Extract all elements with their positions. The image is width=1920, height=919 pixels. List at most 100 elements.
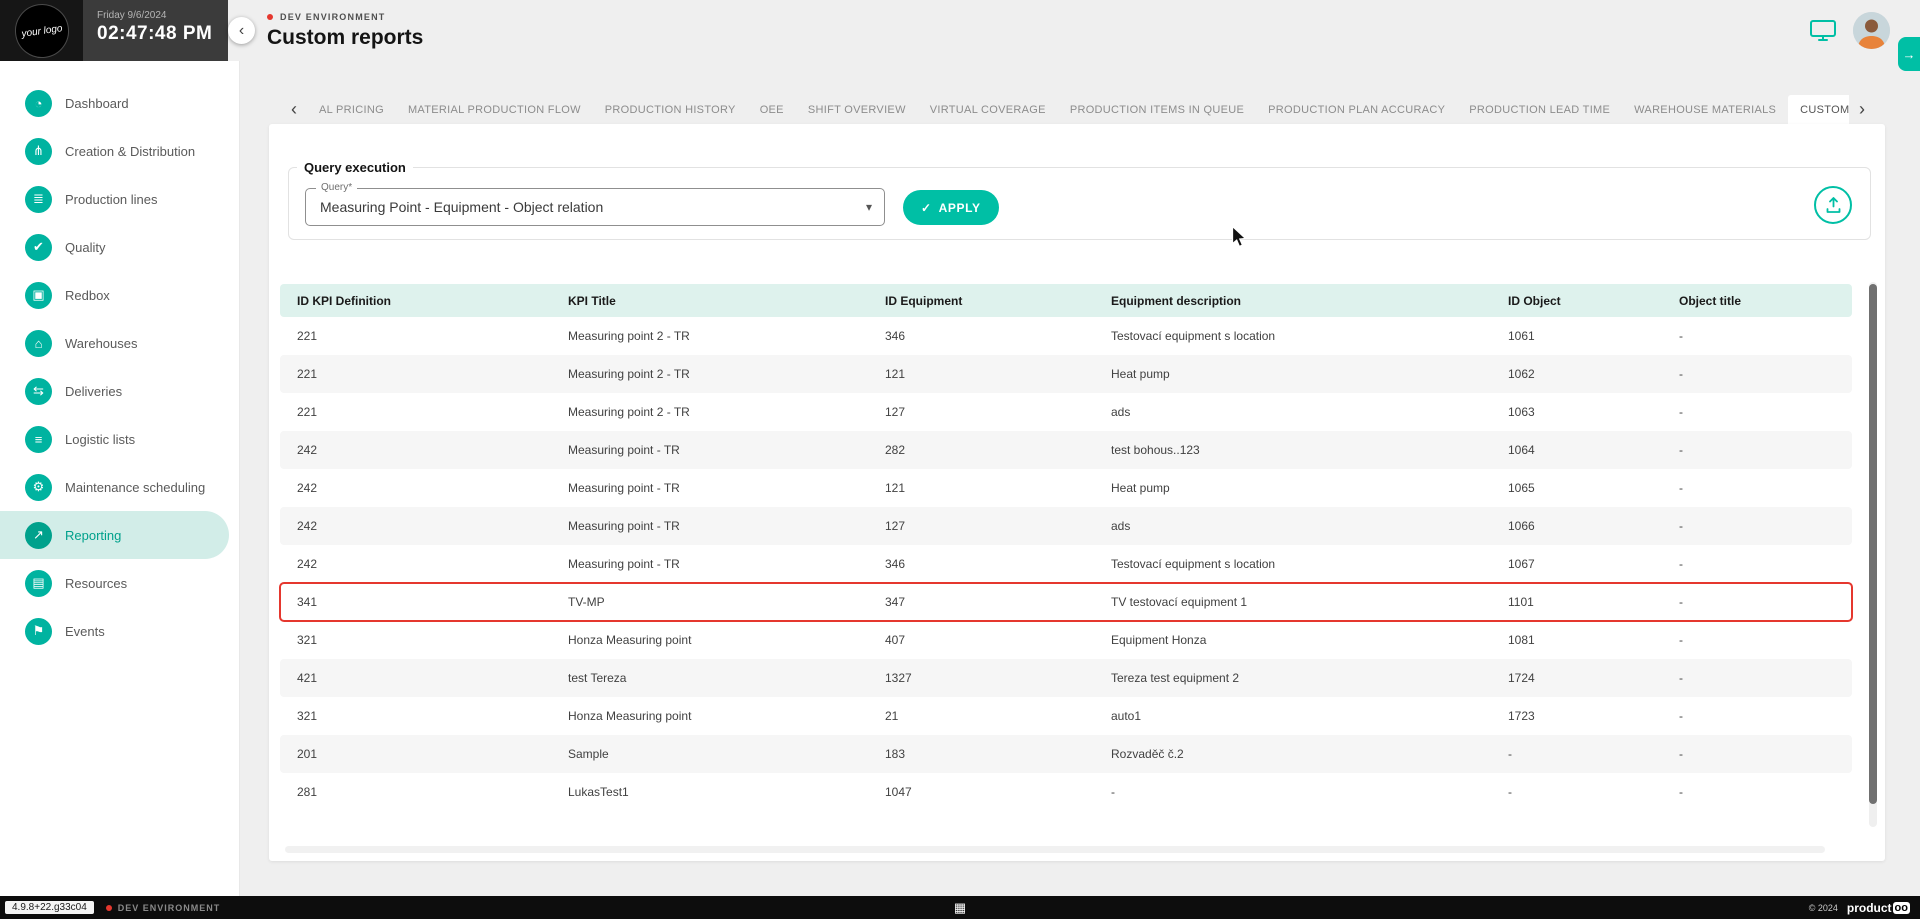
right-panel-toggle[interactable]: → — [1898, 37, 1920, 71]
report-tab[interactable]: OEE — [748, 95, 796, 124]
cell-equipment-description: test bohous..123 — [1094, 443, 1491, 457]
column-header-equipment-description[interactable]: Equipment description — [1094, 294, 1491, 308]
cell-equipment-description: Testovací equipment s location — [1094, 557, 1491, 571]
horizontal-scrollbar[interactable] — [285, 846, 1825, 853]
cell-kpi-title: Measuring point 2 - TR — [551, 405, 868, 419]
sidebar-item[interactable]: ✔ Quality — [0, 223, 239, 271]
report-tab[interactable]: VIRTUAL COVERAGE — [918, 95, 1058, 124]
cell-id-equipment: 407 — [868, 633, 1094, 647]
table-row[interactable]: 201 Sample 183 Rozvaděč č.2 - - — [280, 735, 1852, 773]
column-header-object-title[interactable]: Object title — [1662, 294, 1852, 308]
report-tab[interactable]: WAREHOUSE MATERIALS — [1622, 95, 1788, 124]
sidebar-item-label: Events — [65, 624, 105, 639]
kiosk-icon — [1809, 19, 1837, 43]
cell-equipment-description: Testovací equipment s location — [1094, 329, 1491, 343]
cell-object-title: - — [1662, 519, 1852, 533]
report-tab[interactable]: PRODUCTION PLAN ACCURACY — [1256, 95, 1457, 124]
sidebar-item[interactable]: ▤ Resources — [0, 559, 239, 607]
page-title: Custom reports — [267, 26, 423, 50]
report-tab[interactable]: CUSTOM REPORTS — [1788, 95, 1849, 124]
report-tab[interactable]: SHIFT OVERVIEW — [796, 95, 918, 124]
tab-label: WAREHOUSE MATERIALS — [1634, 104, 1776, 116]
sidebar-item[interactable]: ▣ Redbox — [0, 271, 239, 319]
sidebar-item[interactable]: ⚙ Maintenance scheduling — [0, 463, 239, 511]
sidebar-item[interactable]: ≡ Logistic lists — [0, 415, 239, 463]
table-row[interactable]: 221 Measuring point 2 - TR 127 ads 1063 … — [280, 393, 1852, 431]
table-header-row: ID KPI Definition KPI Title ID Equipment… — [280, 284, 1852, 317]
table-row[interactable]: 321 Honza Measuring point 21 auto1 1723 … — [280, 697, 1852, 735]
vertical-scrollbar-thumb[interactable] — [1869, 284, 1877, 804]
custom-reports-card: Query execution Query* Measuring Point -… — [269, 124, 1885, 861]
env-label: DEV ENVIRONMENT — [280, 12, 386, 22]
chevron-down-icon: ▾ — [866, 189, 872, 225]
cell-id-object: 1101 — [1491, 595, 1662, 609]
sidebar-item[interactable]: ⇆ Deliveries — [0, 367, 239, 415]
table-row[interactable]: 281 LukasTest1 1047 - - - — [280, 773, 1852, 811]
sidebar-item[interactable]: ↗ Reporting — [0, 511, 229, 559]
cell-equipment-description: TV testovací equipment 1 — [1094, 595, 1491, 609]
maintenance-scheduling-icon: ⚙ — [25, 474, 52, 501]
table-row[interactable]: 321 Honza Measuring point 407 Equipment … — [280, 621, 1852, 659]
sidebar-item-label: Warehouses — [65, 336, 138, 351]
cell-id-equipment: 346 — [868, 329, 1094, 343]
cell-id-kpi-definition: 221 — [280, 405, 551, 419]
resources-icon: ▤ — [25, 570, 52, 597]
cell-object-title: - — [1662, 367, 1852, 381]
apps-grid-icon[interactable]: ▦ — [954, 900, 966, 916]
cell-id-equipment: 346 — [868, 557, 1094, 571]
company-logo[interactable]: your logo — [11, 0, 72, 61]
cell-equipment-description: Heat pump — [1094, 481, 1491, 495]
sidebar-item[interactable]: ⋔ Creation & Distribution — [0, 127, 239, 175]
export-button[interactable] — [1814, 186, 1852, 224]
column-header-id-equipment[interactable]: ID Equipment — [868, 294, 1094, 308]
tabs-scroll-left-button[interactable]: ‹ — [281, 95, 307, 124]
user-avatar[interactable] — [1853, 12, 1890, 49]
cell-object-title: - — [1662, 481, 1852, 495]
column-header-kpi-title[interactable]: KPI Title — [551, 294, 868, 308]
cell-kpi-title: Honza Measuring point — [551, 633, 868, 647]
cell-equipment-description: - — [1094, 785, 1491, 799]
cell-kpi-title: LukasTest1 — [551, 785, 868, 799]
sidebar-item-label: Production lines — [65, 192, 158, 207]
report-tab[interactable]: PRODUCTION HISTORY — [593, 95, 748, 124]
kiosk-mode-button[interactable] — [1808, 18, 1838, 44]
cell-object-title: - — [1662, 595, 1852, 609]
report-tab[interactable]: PRODUCTION ITEMS IN QUEUE — [1058, 95, 1256, 124]
table-row[interactable]: 242 Measuring point - TR 282 test bohous… — [280, 431, 1852, 469]
table-row[interactable]: 242 Measuring point - TR 121 Heat pump 1… — [280, 469, 1852, 507]
cell-kpi-title: TV-MP — [551, 595, 868, 609]
table-row[interactable]: 221 Measuring point 2 - TR 121 Heat pump… — [280, 355, 1852, 393]
tabs-scroll-right-button[interactable]: › — [1849, 95, 1875, 124]
report-tab[interactable]: AL PRICING — [307, 95, 396, 124]
table-row[interactable]: 221 Measuring point 2 - TR 346 Testovací… — [280, 317, 1852, 355]
sidebar-item[interactable]: ⚑ Events — [0, 607, 239, 655]
cell-equipment-description: Rozvaděč č.2 — [1094, 747, 1491, 761]
tab-label: AL PRICING — [319, 104, 384, 116]
table-row[interactable]: 242 Measuring point - TR 346 Testovací e… — [280, 545, 1852, 583]
cell-id-object: 1064 — [1491, 443, 1662, 457]
sidebar-item[interactable]: ≣ Production lines — [0, 175, 239, 223]
events-icon: ⚑ — [25, 618, 52, 645]
tab-label: PRODUCTION ITEMS IN QUEUE — [1070, 104, 1244, 116]
sidebar-item[interactable]: ⌂ Warehouses — [0, 319, 239, 367]
cell-kpi-title: Honza Measuring point — [551, 709, 868, 723]
column-header-id-object[interactable]: ID Object — [1491, 294, 1662, 308]
environment-indicator: DEV ENVIRONMENT — [267, 12, 386, 22]
column-header-id-kpi-definition[interactable]: ID KPI Definition — [280, 294, 551, 308]
query-select[interactable]: Query* Measuring Point - Equipment - Obj… — [305, 188, 885, 226]
cell-id-equipment: 1047 — [868, 785, 1094, 799]
table-row[interactable]: 242 Measuring point - TR 127 ads 1066 - — [280, 507, 1852, 545]
report-tab[interactable]: MATERIAL PRODUCTION FLOW — [396, 95, 593, 124]
topbar: your logo Friday 9/6/2024 02:47:48 PM ‹ … — [0, 0, 1920, 61]
table-row[interactable]: 341 TV-MP 347 TV testovací equipment 1 1… — [280, 583, 1852, 621]
logistic-lists-icon: ≡ — [25, 426, 52, 453]
cell-kpi-title: Measuring point - TR — [551, 519, 868, 533]
report-tab[interactable]: PRODUCTION LEAD TIME — [1457, 95, 1622, 124]
cell-id-kpi-definition: 321 — [280, 633, 551, 647]
apply-button[interactable]: ✓ APPLY — [903, 190, 999, 225]
sidebar-collapse-button[interactable]: ‹ — [228, 17, 255, 44]
sidebar-item[interactable]: ◔ Dashboard — [0, 79, 239, 127]
cell-object-title: - — [1662, 405, 1852, 419]
cell-object-title: - — [1662, 633, 1852, 647]
table-row[interactable]: 421 test Tereza 1327 Tereza test equipme… — [280, 659, 1852, 697]
